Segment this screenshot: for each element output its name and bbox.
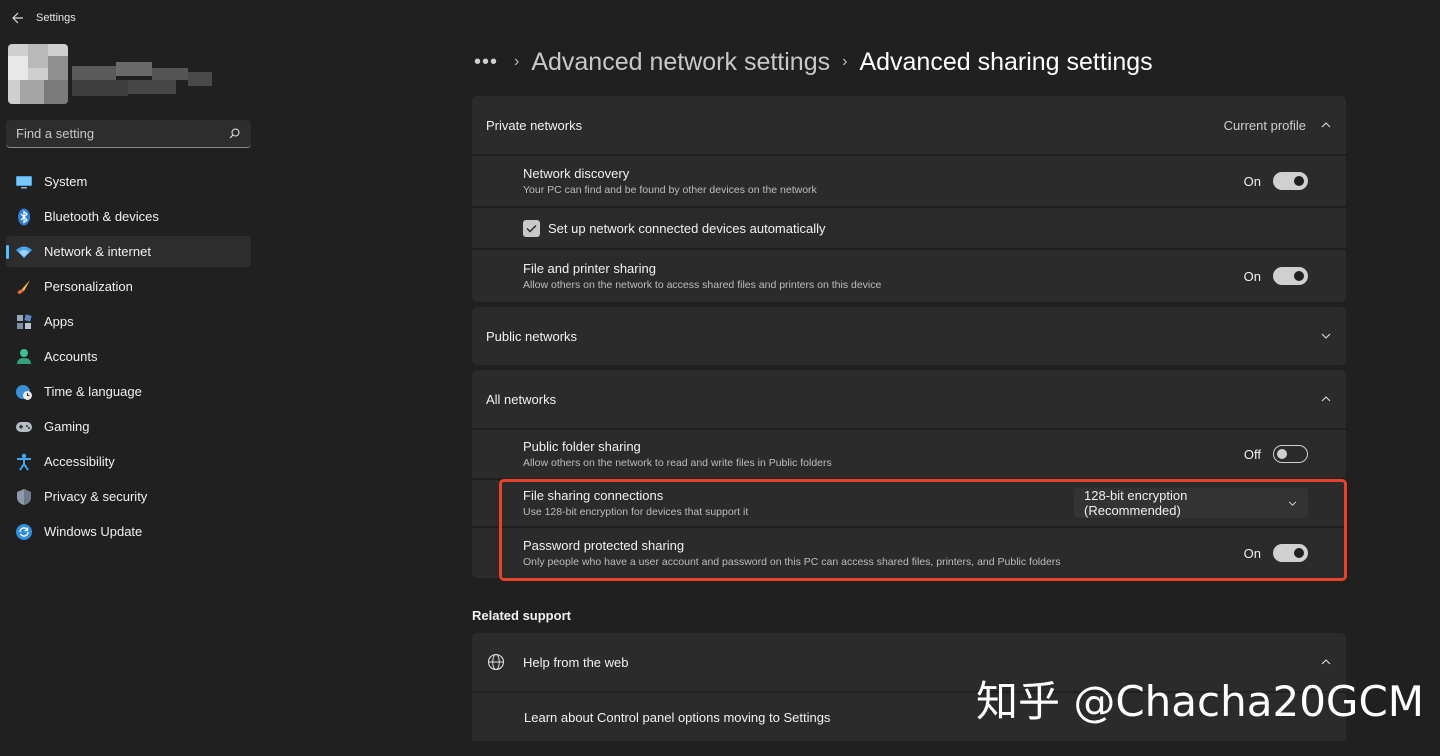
toggle-state: On [1243, 545, 1261, 561]
avatar [8, 44, 68, 104]
encryption-dropdown[interactable]: 128-bit encryption (Recommended) [1074, 488, 1308, 518]
setting-label: Set up network connected devices automat… [548, 220, 826, 236]
sidebar-item-label: Bluetooth & devices [44, 209, 159, 224]
breadcrumb-more-button[interactable]: ••• [474, 51, 502, 74]
sidebar-item-label: Gaming [44, 419, 90, 434]
monitor-icon [15, 173, 33, 191]
password-protected-sharing-row: Password protected sharing Only people w… [472, 528, 1346, 578]
back-arrow-icon[interactable] [4, 4, 32, 32]
setting-description: Use 128-bit encryption for devices that … [523, 506, 749, 518]
sidebar-item-time-language[interactable]: Time & language [6, 376, 251, 407]
sidebar-item-apps[interactable]: Apps [6, 306, 251, 337]
file-sharing-connections-row: File sharing connections Use 128-bit enc… [472, 480, 1346, 526]
user-profile[interactable] [8, 44, 218, 110]
update-icon [15, 523, 33, 541]
toggle-state: Off [1243, 446, 1261, 462]
accessibility-icon [15, 453, 33, 471]
current-profile-label: Current profile [1223, 117, 1306, 133]
sidebar-item-label: Windows Update [44, 524, 143, 539]
sidebar-item-personalization[interactable]: Personalization [6, 271, 251, 302]
setting-label: File sharing connections [523, 488, 664, 503]
password-protected-sharing-toggle[interactable] [1273, 544, 1308, 562]
toggle-state: On [1243, 268, 1261, 284]
sidebar-item-windows-update[interactable]: Windows Update [6, 516, 251, 547]
sidebar-item-label: Accessibility [44, 454, 115, 469]
setting-description: Allow others on the network to access sh… [523, 279, 882, 291]
public-folder-sharing-row: Public folder sharing Allow others on th… [472, 430, 1346, 478]
sidebar-item-accounts[interactable]: Accounts [6, 341, 251, 372]
setting-label: Network discovery [523, 166, 630, 181]
shield-icon [15, 488, 33, 506]
file-printer-sharing-toggle[interactable] [1273, 267, 1308, 285]
search-icon[interactable] [227, 127, 241, 141]
sidebar-item-system[interactable]: System [6, 166, 251, 197]
setting-label: Password protected sharing [523, 538, 685, 553]
sidebar-item-label: Apps [44, 314, 74, 329]
all-networks-header[interactable]: All networks [472, 370, 1346, 428]
profile-name-blurred [72, 62, 212, 102]
sidebar-item-label: Accounts [44, 349, 98, 364]
file-printer-sharing-row: File and printer sharing Allow others on… [472, 250, 1346, 302]
nav-list: System Bluetooth & devices Network & int… [6, 166, 251, 551]
breadcrumb: ••• › Advanced network settings › Advanc… [474, 44, 1153, 80]
sidebar-item-label: Time & language [44, 384, 142, 399]
bluetooth-icon [15, 208, 33, 226]
chevron-down-icon[interactable] [1320, 330, 1332, 342]
sidebar-item-label: Privacy & security [44, 489, 148, 504]
section-title: Private networks [486, 117, 583, 133]
section-title: All networks [486, 391, 557, 407]
chevron-up-icon[interactable] [1320, 119, 1332, 131]
dropdown-value: 128-bit encryption (Recommended) [1084, 488, 1188, 518]
app-title: Settings [36, 12, 76, 24]
section-title: Public networks [486, 328, 578, 344]
network-discovery-row: Network discovery Your PC can find and b… [472, 156, 1346, 206]
chevron-down-icon [1286, 497, 1298, 509]
person-icon [15, 348, 33, 366]
chevron-right-icon: › [514, 53, 520, 70]
apps-icon [15, 313, 33, 331]
sidebar-item-gaming[interactable]: Gaming [6, 411, 251, 442]
search-box[interactable]: Find a setting [6, 120, 251, 148]
breadcrumb-parent-link[interactable]: Advanced network settings [531, 48, 830, 77]
chevron-up-icon[interactable] [1320, 656, 1332, 668]
sidebar-item-accessibility[interactable]: Accessibility [6, 446, 251, 477]
chevron-up-icon[interactable] [1320, 393, 1332, 405]
sidebar-item-label: System [44, 174, 88, 189]
setting-label: Public folder sharing [523, 439, 641, 454]
watermark: 知乎 @Chacha20GCM [976, 677, 1425, 726]
page-title: Advanced sharing settings [859, 47, 1153, 76]
related-support-heading: Related support [472, 608, 571, 623]
globe-clock-icon [15, 383, 33, 401]
gamepad-icon [15, 418, 33, 436]
search-input[interactable]: Find a setting [16, 126, 227, 141]
title-bar: Settings [0, 0, 300, 36]
toggle-state: On [1243, 173, 1261, 189]
setting-label: File and printer sharing [523, 261, 656, 276]
sidebar-item-bluetooth[interactable]: Bluetooth & devices [6, 201, 251, 232]
sidebar-item-label: Personalization [44, 279, 133, 294]
setting-description: Allow others on the network to read and … [523, 457, 832, 469]
auto-setup-checkbox[interactable] [523, 219, 540, 237]
sidebar-item-label: Network & internet [44, 244, 151, 259]
private-networks-header[interactable]: Private networks Current profile [472, 96, 1346, 154]
setting-description: Your PC can find and be found by other d… [523, 184, 817, 196]
public-networks-header[interactable]: Public networks [472, 307, 1346, 365]
sidebar-item-privacy[interactable]: Privacy & security [6, 481, 251, 512]
sidebar: Find a setting System Bluetooth & device… [0, 36, 262, 756]
network-discovery-toggle[interactable] [1273, 172, 1308, 190]
globe-icon [486, 653, 506, 671]
brush-icon [15, 278, 33, 296]
public-folder-sharing-toggle[interactable] [1273, 445, 1308, 463]
wifi-icon [15, 243, 33, 261]
control-panel-help-link[interactable]: Learn about Control panel options moving… [524, 710, 830, 725]
auto-setup-row: Set up network connected devices automat… [472, 208, 1346, 248]
chevron-right-icon: › [842, 53, 848, 70]
sidebar-item-network[interactable]: Network & internet [6, 236, 251, 267]
setting-description: Only people who have a user account and … [523, 556, 1061, 568]
